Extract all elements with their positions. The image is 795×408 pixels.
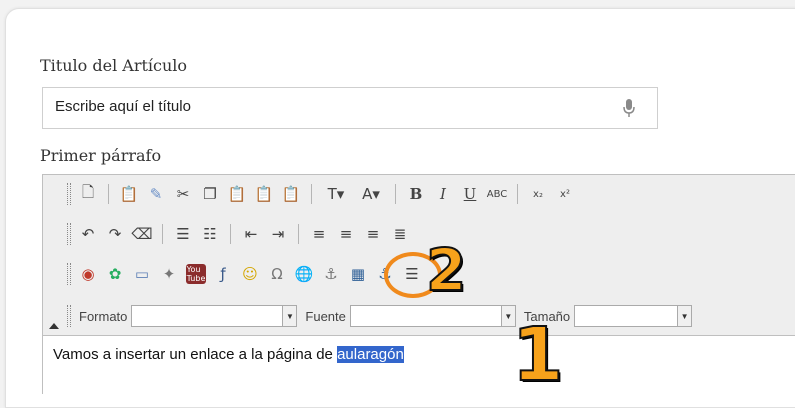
editor-content[interactable]: Vamos a insertar un enlace a la página d… xyxy=(43,335,795,395)
toolbar-row-1: 🗋 📋 ✎ ✂ ❐ 📋 📋 📋 T▾ A▾ B I U ABC x₂ x² xyxy=(67,179,575,209)
callout-number-2: 2 xyxy=(425,236,467,304)
table-icon[interactable]: ▦ xyxy=(348,264,368,284)
link-globe-icon[interactable]: 🌐 xyxy=(294,264,314,284)
format-label: Formato xyxy=(79,308,128,324)
remove-format-icon[interactable]: ⌫ xyxy=(131,224,152,244)
map-icon[interactable]: ◉ xyxy=(78,264,98,284)
text-color-icon[interactable]: T▾ xyxy=(322,184,350,204)
image-icon[interactable]: ▭ xyxy=(132,264,152,284)
special-char-icon[interactable]: Ω xyxy=(267,264,287,284)
toolbar-separator xyxy=(517,184,518,204)
toolbar-combo-row: Formato ▼ Fuente ▼ Tamaño ▼ xyxy=(67,302,693,330)
media-icon[interactable]: ✿ xyxy=(105,264,125,284)
microphone-icon[interactable] xyxy=(622,98,636,118)
align-right-icon[interactable]: ≡ xyxy=(363,224,383,244)
font-label: Fuente xyxy=(305,308,346,324)
size-select-field[interactable] xyxy=(575,306,677,326)
cut-icon[interactable]: ✂ xyxy=(173,184,193,204)
font-select[interactable]: ▼ xyxy=(349,305,516,327)
editor-text: Vamos a insertar un enlace a la página d… xyxy=(53,346,338,363)
paragraph-label: Primer párrafo xyxy=(40,146,162,165)
toolbar-collapse-icon[interactable] xyxy=(49,323,59,329)
toolbar-separator xyxy=(162,224,163,244)
toolbar-grip xyxy=(67,263,71,285)
outdent-icon[interactable]: ⇤ xyxy=(241,224,261,244)
chevron-down-icon[interactable]: ▼ xyxy=(282,306,297,326)
new-page-icon[interactable]: 🗋 xyxy=(78,183,98,204)
justify-icon[interactable]: ≣ xyxy=(390,224,410,244)
toolbar-separator xyxy=(230,224,231,244)
paste-plain-icon[interactable]: 📋 xyxy=(254,184,274,204)
strike-icon[interactable]: ABC xyxy=(487,184,508,204)
undo-icon[interactable]: ↶ xyxy=(78,224,98,244)
youtube-icon[interactable]: You Tube xyxy=(186,264,206,284)
superscript-icon[interactable]: x² xyxy=(555,184,575,204)
smiley-icon[interactable]: ☺ xyxy=(240,264,260,284)
toolbar-separator xyxy=(395,184,396,204)
size-select[interactable]: ▼ xyxy=(574,305,693,327)
chevron-down-icon[interactable]: ▼ xyxy=(677,306,692,326)
toolbar-separator xyxy=(298,224,299,244)
align-left-icon[interactable]: ≡ xyxy=(309,224,329,244)
callout-number-1: 1 xyxy=(511,312,564,398)
align-center-icon[interactable]: ≡ xyxy=(336,224,356,244)
paste-from-word-icon[interactable]: 📋 xyxy=(281,184,301,204)
toolbar-separator xyxy=(311,184,312,204)
title-input-placeholder: Escribe aquí el título xyxy=(55,98,191,115)
unlink-icon[interactable]: ⚓ xyxy=(321,264,341,284)
toolbar-row-3: ◉ ✿ ▭ ✦ You Tube ƒ ☺ Ω 🌐 ⚓ ▦ ⚓ ☰ xyxy=(67,259,422,289)
format-select-field[interactable] xyxy=(132,306,282,326)
font-select-field[interactable] xyxy=(351,306,501,326)
toolbar-grip xyxy=(67,305,71,327)
toolbar-grip xyxy=(67,223,71,245)
format-select[interactable]: ▼ xyxy=(131,305,298,327)
gallery-icon[interactable]: ✦ xyxy=(159,264,179,284)
underline-icon[interactable]: U xyxy=(460,184,480,204)
bulleted-list-icon[interactable]: ☷ xyxy=(200,224,220,244)
indent-icon[interactable]: ⇥ xyxy=(268,224,288,244)
toolbar-separator xyxy=(108,184,109,204)
italic-icon[interactable]: I xyxy=(433,184,453,204)
title-input[interactable]: Escribe aquí el título xyxy=(42,87,658,129)
toolbar-grip xyxy=(67,183,71,205)
paste-word-icon[interactable]: ✎ xyxy=(146,184,166,204)
numbered-list-icon[interactable]: ☰ xyxy=(173,224,193,244)
toolbar-row-2: ↶ ↷ ⌫ ☰ ☷ ⇤ ⇥ ≡ ≡ ≡ ≣ xyxy=(67,219,410,249)
selected-text[interactable]: aularagón xyxy=(337,346,404,363)
paste-icon[interactable]: 📋 xyxy=(227,184,247,204)
redo-icon[interactable]: ↷ xyxy=(105,224,125,244)
subscript-icon[interactable]: x₂ xyxy=(528,184,548,204)
copy-icon[interactable]: ❐ xyxy=(200,184,220,204)
flash-icon[interactable]: ƒ xyxy=(213,264,233,284)
paste-text-icon[interactable]: 📋 xyxy=(119,184,139,204)
bg-color-icon[interactable]: A▾ xyxy=(357,184,385,204)
title-label: Titulo del Artículo xyxy=(40,56,188,75)
bold-icon[interactable]: B xyxy=(406,184,426,204)
